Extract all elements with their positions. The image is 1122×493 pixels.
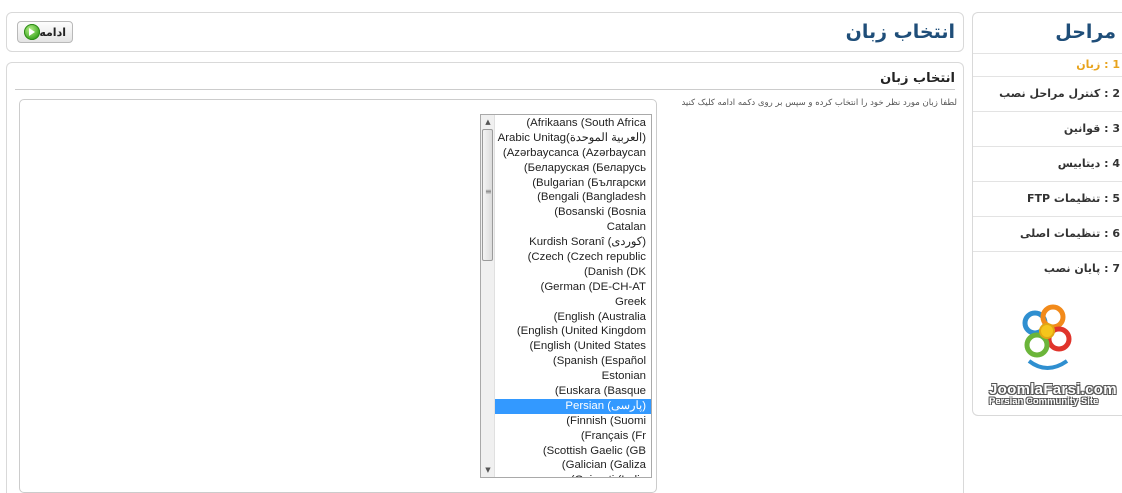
divider: [15, 89, 955, 90]
language-option[interactable]: (Afrikaans (South Africa: [495, 116, 651, 131]
logo-emblem-icon: [1022, 304, 1072, 370]
grip-icon: ≡: [485, 187, 492, 196]
sidebar-step-6: 6 : تنظیمات اصلی: [973, 216, 1122, 251]
section-heading: انتخاب زبان: [880, 71, 955, 86]
language-option[interactable]: (Spanish (Español: [495, 354, 651, 369]
language-option[interactable]: (English (Australia: [495, 310, 651, 325]
language-options: (Afrikaans (South Africa Arabic Unitag(ال…: [495, 115, 651, 477]
scrollbar[interactable]: ▲ ≡ ▼: [481, 115, 495, 477]
sidebar-step-2: 2 : کنترل مراحل نصب: [973, 76, 1122, 111]
instructions-text: لطفا زبان مورد نظر خود را انتخاب کرده و …: [681, 98, 957, 108]
header-bar: انتخاب زبان ادامه: [6, 12, 964, 52]
sidebar-step-3: 3 : قوانین: [973, 111, 1122, 146]
scroll-up-arrow-icon[interactable]: ▲: [481, 115, 495, 129]
language-option[interactable]: (Czech (Czech republic: [495, 250, 651, 265]
language-option[interactable]: (Euskara (Basque: [495, 384, 651, 399]
language-option[interactable]: Arabic Unitag(العربية الموحدة): [495, 131, 651, 146]
language-option[interactable]: (Bengali (Bangladesh: [495, 190, 651, 205]
language-option[interactable]: Estonian: [495, 369, 651, 384]
language-option[interactable]: Kurdish Soranî (کوردی): [495, 235, 651, 250]
joomlafarsi-logo: JoomlaFarsi.com Persian Community Site: [983, 301, 1117, 413]
sidebar-step-1: 1 : زبان: [973, 53, 1122, 76]
language-option[interactable]: Catalan: [495, 220, 651, 235]
language-option[interactable]: (Danish (DK: [495, 265, 651, 280]
scroll-down-arrow-icon[interactable]: ▼: [481, 463, 495, 477]
language-option[interactable]: (Bosanski (Bosnia: [495, 205, 651, 220]
language-option[interactable]: (Azərbaycanca (Azərbaycan: [495, 146, 651, 161]
language-option[interactable]: (Français (Fr: [495, 429, 651, 444]
language-option[interactable]: (Gujarati (India: [495, 473, 651, 477]
steps-list: 1 : زبان 2 : کنترل مراحل نصب 3 : قوانین 4 :…: [973, 53, 1122, 286]
language-option[interactable]: (German (DE-CH-AT: [495, 280, 651, 295]
continue-button[interactable]: ادامه: [17, 21, 73, 43]
arrow-right-circle-icon: [24, 24, 40, 40]
sidebar-step-4: 4 : دیتابیس: [973, 146, 1122, 181]
language-option[interactable]: (Finnish (Suomi: [495, 414, 651, 429]
sidebar-title: مراحل: [1055, 21, 1116, 43]
steps-sidebar: مراحل 1 : زبان 2 : کنترل مراحل نصب 3 : قوا…: [972, 12, 1122, 416]
main-panel: انتخاب زبان لطفا زبان مورد نظر خود را ان…: [6, 62, 964, 493]
language-list-box: ▲ ≡ ▼ (Afrikaans (South Africa Arabic Uni…: [19, 99, 657, 493]
language-option[interactable]: (Беларуская (Беларусь: [495, 161, 651, 176]
language-option[interactable]: (English (United States: [495, 339, 651, 354]
language-option[interactable]: Persian (پارسی): [495, 398, 651, 414]
scroll-thumb[interactable]: ≡: [482, 129, 493, 261]
continue-button-label: ادامه: [39, 25, 66, 39]
language-option[interactable]: (English (United Kingdom: [495, 324, 651, 339]
language-option[interactable]: (Scottish Gaelic (GB: [495, 444, 651, 459]
sidebar-step-5: 5 : تنظیمات FTP: [973, 181, 1122, 216]
language-option[interactable]: (Galician (Galiza: [495, 458, 651, 473]
sidebar-step-7: 7 : پایان نصب: [973, 251, 1122, 286]
language-option[interactable]: Greek: [495, 295, 651, 310]
language-option[interactable]: (Bulgarian (Български: [495, 176, 651, 191]
language-select[interactable]: ▲ ≡ ▼ (Afrikaans (South Africa Arabic Uni…: [480, 114, 652, 478]
page-title: انتخاب زبان: [845, 21, 955, 43]
